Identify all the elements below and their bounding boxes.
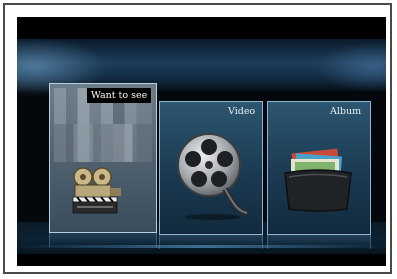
menu-item-video-label: Video	[228, 106, 256, 117]
film-reel-icon	[177, 133, 248, 220]
clapperboard-projector-icon	[72, 167, 121, 214]
background-glow-right	[317, 42, 386, 92]
bottom-band	[17, 254, 386, 266]
photo-album-icon	[284, 148, 352, 212]
menu-item-album-label: Album	[330, 106, 362, 117]
panel-reflection-want-to-see	[49, 233, 157, 247]
media-menu-screen: Want to see Video Album	[17, 17, 386, 266]
thumbnail-mosaic-lower	[54, 124, 152, 162]
top-band	[17, 17, 386, 39]
menu-item-want-to-see-label: Want to see	[87, 88, 152, 103]
panel-reflection-video	[159, 235, 263, 249]
panel-reflection-album	[267, 235, 371, 249]
screenshot-frame: Want to see Video Album	[3, 3, 392, 274]
